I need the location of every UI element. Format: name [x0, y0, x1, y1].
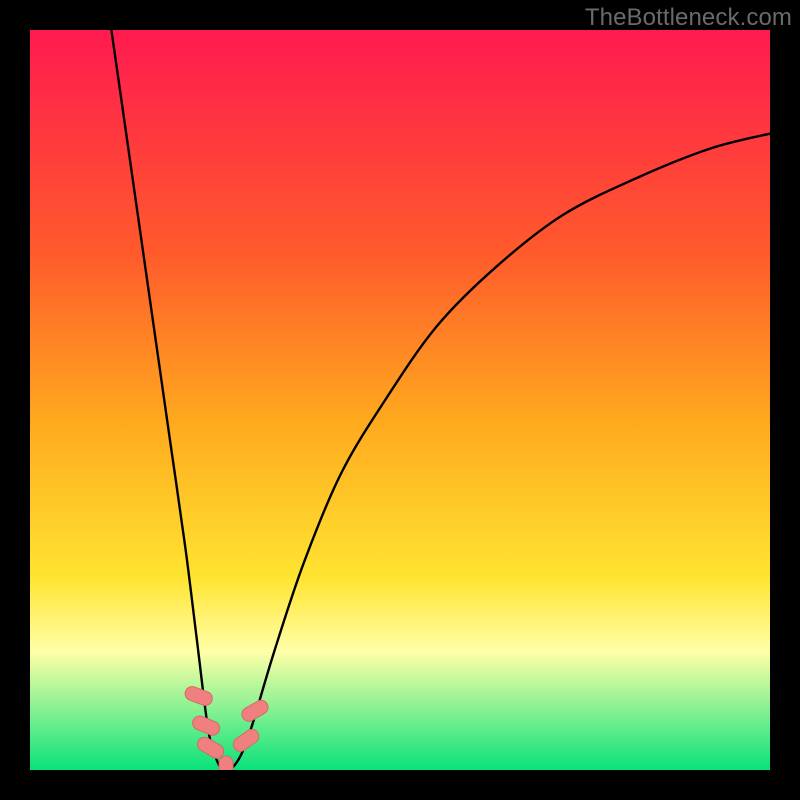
plot-area	[30, 30, 770, 770]
frame-bottom	[0, 770, 800, 800]
frame-left	[0, 0, 30, 800]
gradient-background	[30, 30, 770, 770]
bottleneck-chart	[30, 30, 770, 770]
frame-right	[770, 0, 800, 800]
trough-marker-3	[219, 756, 233, 770]
watermark-text: TheBottleneck.com	[585, 4, 792, 32]
